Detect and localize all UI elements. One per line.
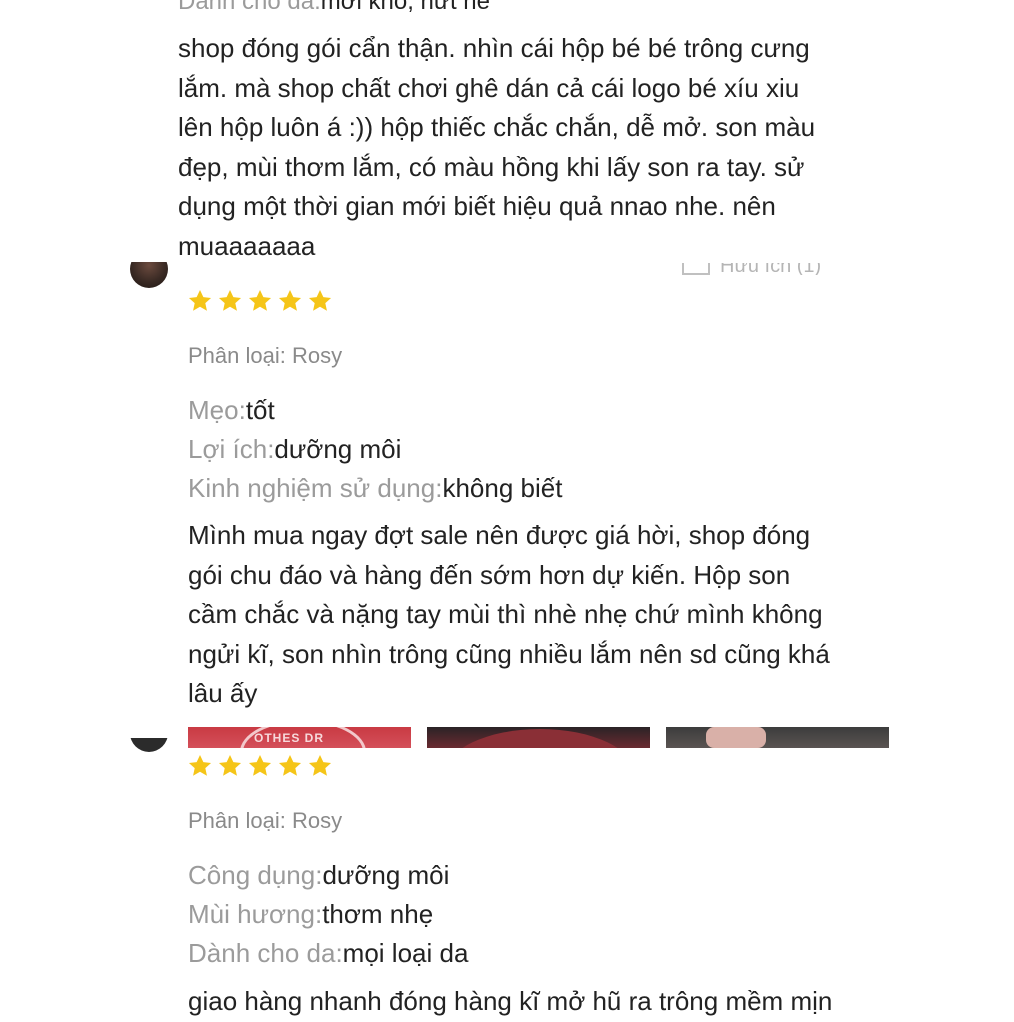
review3-avatar[interactable] <box>130 738 168 752</box>
review1-cut-attr-label: Dành cho da: <box>178 0 321 15</box>
attr-label: Kinh nghiệm sử dụng: <box>188 473 443 503</box>
attr-value: dưỡng môi <box>322 860 450 890</box>
finger-shape <box>706 727 766 748</box>
review1-text: shop đóng gói cẩn thận. nhìn cái hộp bé … <box>178 33 816 261</box>
star-icon <box>188 289 212 311</box>
review2-attr-row: Mẹo:tốt <box>188 391 562 430</box>
review2-avatar[interactable] <box>130 262 168 288</box>
star-icon <box>308 289 332 311</box>
review1-cut-attribute: Dành cho da:mới khô, nứt nẻ <box>178 0 490 16</box>
attr-label: Lợi ích: <box>188 434 275 464</box>
tin-lid-text: OTHES DR <box>254 731 325 745</box>
attr-value: mọi loại da <box>342 938 469 968</box>
attr-value: thơm nhẹ <box>322 899 434 929</box>
review3-attr-row: Mùi hương:thơm nhẹ <box>188 895 468 934</box>
review2-photo-thumbnail[interactable]: OTHES DR <box>188 727 411 748</box>
review2-photo-thumbnail[interactable] <box>666 727 889 748</box>
attr-label: Dành cho da: <box>188 938 343 968</box>
star-icon <box>248 754 272 776</box>
review2-attr-row: Kinh nghiệm sử dụng:không biết <box>188 469 562 508</box>
review2-attributes: Mẹo:tốt Lợi ích:dưỡng môi Kinh nghiệm sử… <box>188 391 562 508</box>
star-icon <box>278 289 302 311</box>
star-icon <box>308 754 332 776</box>
star-icon <box>218 754 242 776</box>
review3-attr-row: Công dụng:dưỡng môi <box>188 856 468 895</box>
attr-value: không biết <box>442 473 563 503</box>
attr-value: dưỡng môi <box>274 434 402 464</box>
star-icon <box>218 289 242 311</box>
attr-value: tốt <box>245 395 275 425</box>
star-icon <box>278 754 302 776</box>
review2-rating <box>187 288 333 314</box>
attr-label: Mẹo: <box>188 395 246 425</box>
star-icon <box>188 754 212 776</box>
lip-balm-surface <box>445 729 635 748</box>
review1-cut-attr-value: mới khô, nứt nẻ <box>320 0 490 15</box>
review3-attr-row: Dành cho da:mọi loại da <box>188 934 468 973</box>
review2-photo-thumbnail[interactable] <box>427 727 650 748</box>
review3-attributes: Công dụng:dưỡng môi Mùi hương:thơm nhẹ D… <box>188 856 468 973</box>
review2-text: Mình mua ngay đợt sale nên được giá hời,… <box>188 520 830 709</box>
review2-attr-row: Lợi ích:dưỡng môi <box>188 430 562 469</box>
star-icon <box>248 289 272 311</box>
review3-variant: Phân loại: Rosy <box>188 808 343 833</box>
review3-text: giao hàng nhanh đóng hàng kĩ mở hũ ra tr… <box>188 986 833 1016</box>
attr-label: Mùi hương: <box>188 899 323 929</box>
review2-variant: Phân loại: Rosy <box>188 343 343 368</box>
review3-rating <box>187 753 333 779</box>
attr-label: Công dụng: <box>188 860 323 890</box>
